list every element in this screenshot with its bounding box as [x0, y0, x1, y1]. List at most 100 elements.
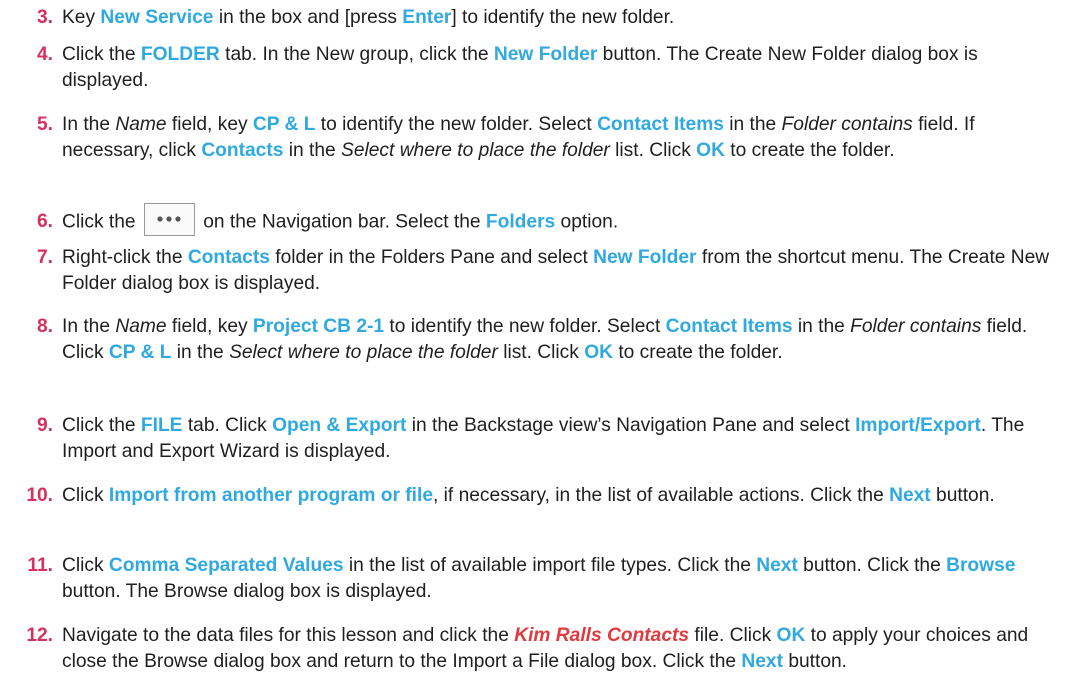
text-run: to create the folder. [724, 140, 895, 161]
step-number: 9. [36, 415, 53, 436]
step-number: 5. [36, 114, 53, 135]
highlight-term: Import from another program or file [108, 485, 433, 506]
text-run: Click the [62, 415, 141, 436]
text-run: in the [171, 342, 230, 363]
step-text: In the Name field, key CP & L to identif… [62, 112, 1063, 164]
step-text: Right-click the Contacts folder in the F… [62, 245, 1063, 297]
text-run: list. Click [609, 140, 697, 161]
step-number: 7. [36, 247, 53, 268]
text-run: ] to identify the new folder. [451, 7, 675, 28]
text-run: tab. In the New group, click the [219, 44, 494, 65]
step-6: 6. Click the on the Navigation bar. Sele… [23, 203, 1063, 236]
text-run: Click [62, 555, 109, 576]
step-text: Navigate to the data files for this less… [62, 623, 1063, 675]
text-run: button. Click the [797, 555, 947, 576]
field-name: Name [115, 316, 167, 337]
text-run: button. [782, 651, 847, 672]
field-name: Select where to place the folder [229, 342, 498, 363]
text-run: field, key [166, 114, 253, 135]
text-run: In the [62, 316, 116, 337]
highlight-term: Browse [946, 555, 1016, 576]
step-9: 9. Click the FILE tab. Click Open & Expo… [23, 413, 1063, 465]
highlight-term: Contacts [201, 140, 284, 161]
text-run: field, key [166, 316, 253, 337]
step-number: 12. [26, 625, 53, 646]
step-number: 8. [36, 316, 53, 337]
text-run: Key [62, 7, 101, 28]
more-icon [157, 216, 181, 222]
step-4: 4. Click the FOLDER tab. In the New grou… [23, 42, 1063, 94]
file-name: Kim Ralls Contacts [514, 625, 690, 646]
step-text: Click the FOLDER tab. In the New group, … [62, 42, 1063, 94]
step-text: Click the on the Navigation bar. Select … [62, 203, 1063, 236]
text-run: to identify the new folder. Select [384, 316, 666, 337]
instruction-page: 3. Key New Service in the box and [press… [0, 0, 1074, 690]
text-run: file. Click [689, 625, 777, 646]
text-run: Click [62, 485, 109, 506]
text-run: on the Navigation bar. Select the [197, 211, 486, 233]
text-run: list. Click [497, 342, 585, 363]
field-name: Folder contains [850, 316, 982, 337]
step-11: 11. Click Comma Separated Values in the … [23, 553, 1063, 605]
text-run: in the [792, 316, 851, 337]
step-text: Click the FILE tab. Click Open & Export … [62, 413, 1063, 465]
text-run: in the [723, 114, 782, 135]
highlight-term: CP & L [108, 342, 172, 363]
step-number: 11. [27, 555, 53, 576]
highlight-term: Contact Items [597, 114, 724, 135]
highlight-term: CP & L [252, 114, 316, 135]
step-5: 5. In the Name field, key CP & L to iden… [23, 112, 1063, 164]
step-number: 3. [36, 7, 53, 28]
step-text: Key New Service in the box and [press En… [62, 5, 1063, 31]
step-text: In the Name field, key Project CB 2-1 to… [62, 314, 1063, 366]
text-run: In the [62, 114, 116, 135]
text-run: in the box and [press [213, 7, 403, 28]
text-run: option. [555, 211, 619, 233]
step-12: 12. Navigate to the data files for this … [23, 623, 1063, 675]
text-run: in the Backstage view’s Navigation Pane … [406, 415, 856, 436]
text-run: tab. Click [182, 415, 273, 436]
highlight-term: Open & Export [272, 415, 407, 436]
highlight-term: Next [741, 651, 783, 672]
text-run: button. [930, 485, 995, 506]
highlight-term: Project CB 2-1 [252, 316, 385, 337]
step-number: 4. [36, 44, 53, 65]
highlight-term: Folders [485, 211, 556, 233]
step-3: 3. Key New Service in the box and [press… [23, 5, 1063, 31]
highlight-term: FOLDER [140, 44, 220, 65]
highlight-term: Next [889, 485, 931, 506]
text-run: Right-click the [62, 247, 188, 268]
text-run: Navigate to the data files for this less… [62, 625, 515, 646]
text-run: button. The Browse dialog box is display… [62, 581, 432, 602]
highlight-term: Contact Items [665, 316, 793, 337]
step-10: 10. Click Import from another program or… [23, 483, 1063, 509]
text-run: folder in the Folders Pane and select [269, 247, 594, 268]
highlight-term: New Service [100, 7, 214, 28]
highlight-term: Contacts [187, 247, 270, 268]
text-run: in the list of available import file typ… [343, 555, 757, 576]
field-name: Select where to place the folder [341, 140, 610, 161]
highlight-term: OK [696, 140, 725, 161]
text-run: in the [283, 140, 342, 161]
text-run: to identify the new folder. Select [315, 114, 598, 135]
step-number: 6. [36, 211, 53, 232]
more-options-button[interactable] [143, 203, 195, 236]
text-run: Click the [62, 211, 141, 233]
text-run: , if necessary, in the list of available… [433, 485, 890, 506]
step-text: Click Comma Separated Values in the list… [62, 553, 1063, 605]
field-name: Name [115, 114, 167, 135]
highlight-term: OK [584, 342, 613, 363]
field-name: Folder contains [781, 114, 913, 135]
highlight-term: Comma Separated Values [108, 555, 344, 576]
highlight-term: Import/Export [855, 415, 981, 436]
step-8: 8. In the Name field, key Project CB 2-1… [23, 314, 1063, 366]
text-run: Click the [62, 44, 141, 65]
highlight-term: FILE [140, 415, 183, 436]
text-run: to create the folder. [612, 342, 783, 363]
highlight-term: New Folder [493, 44, 598, 65]
highlight-term: Enter [402, 7, 452, 28]
highlight-term: Next [756, 555, 798, 576]
highlight-term: New Folder [593, 247, 697, 268]
step-number: 10. [26, 485, 53, 506]
step-7: 7. Right-click the Contacts folder in th… [23, 245, 1063, 297]
